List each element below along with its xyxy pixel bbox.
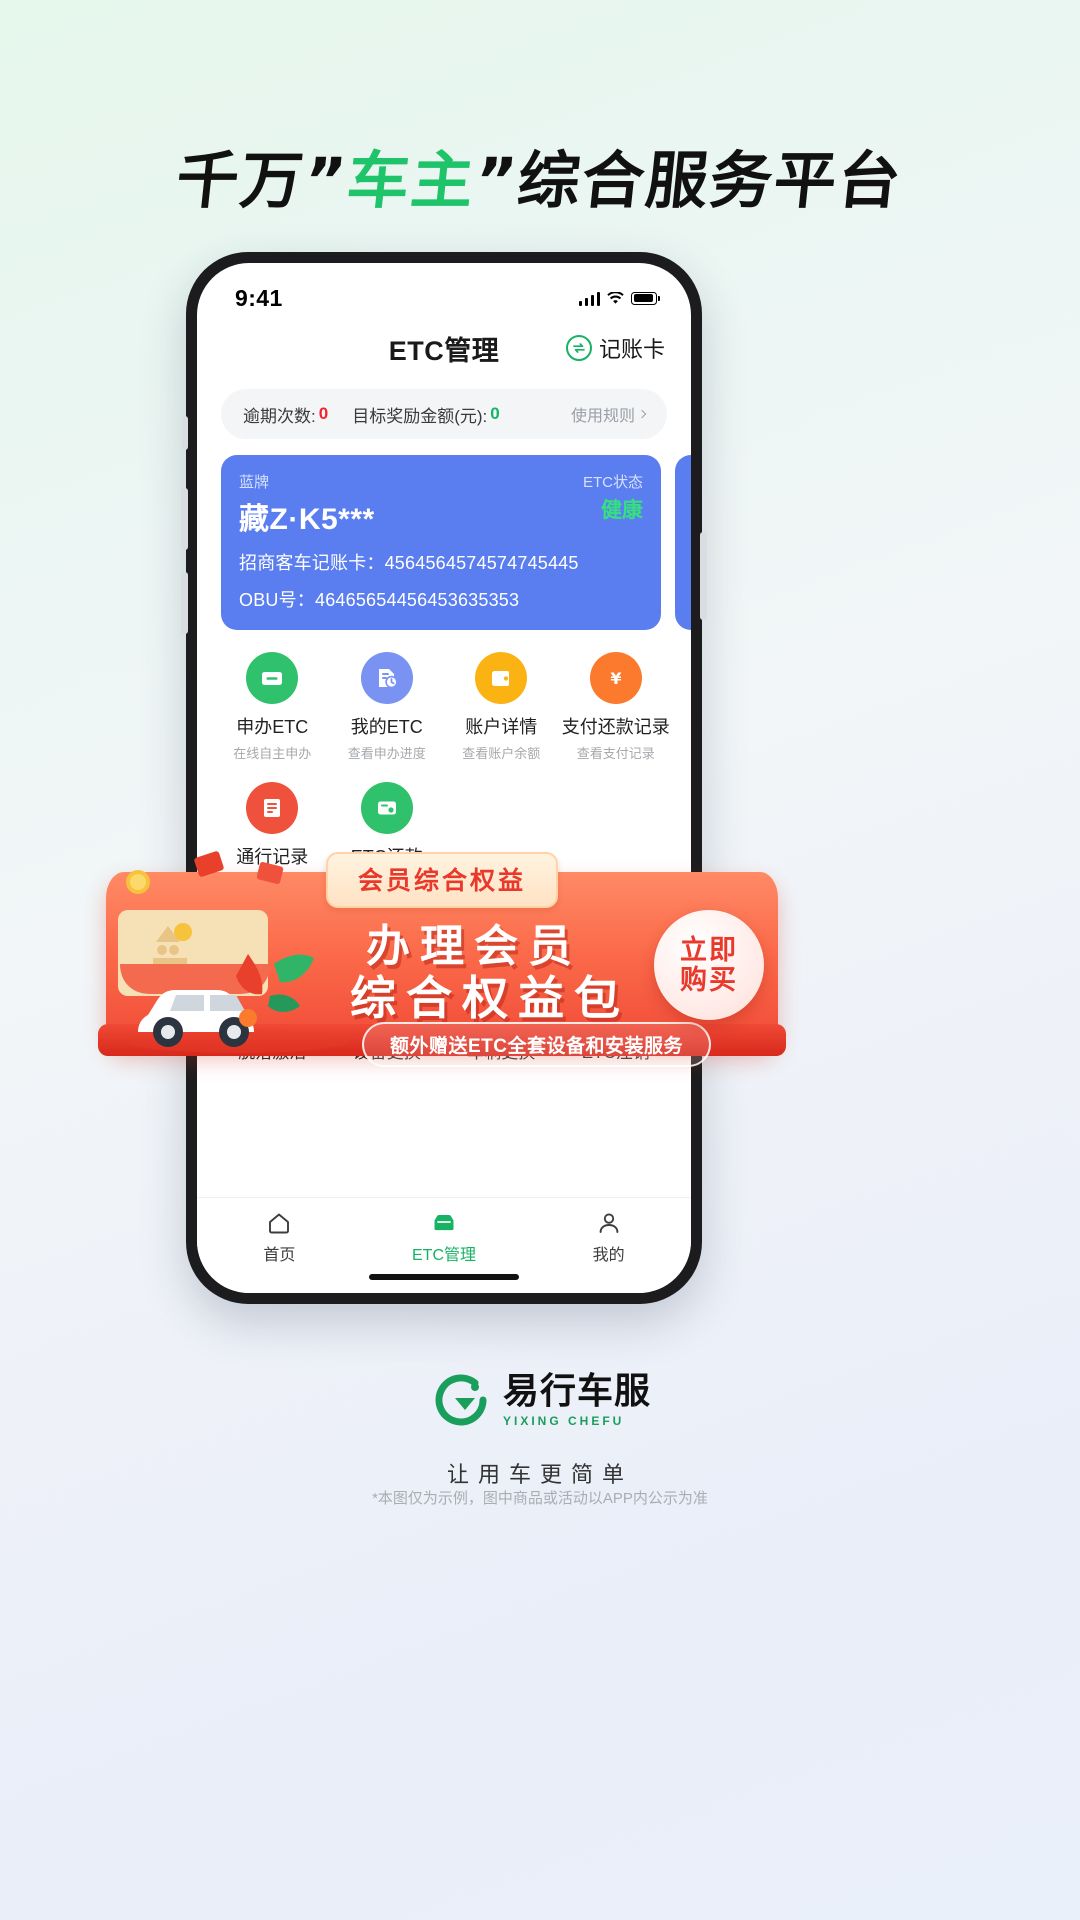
wallet-icon — [475, 652, 528, 704]
my-etc-icon — [360, 652, 413, 704]
promo-subtext: 额外赠送ETC全套设备和安装服务 — [362, 1022, 712, 1067]
home-icon — [269, 1213, 290, 1234]
phone-volume-down — [181, 572, 188, 634]
buy-now-line2: 购买 — [680, 965, 738, 995]
wifi-icon — [607, 291, 624, 305]
person-icon — [599, 1213, 619, 1233]
etc-status-value: 健康 — [601, 499, 643, 522]
promo-headline-2: 综合权益包 — [350, 971, 630, 1025]
tab-label: ETC管理 — [412, 1247, 477, 1264]
reward-label: 目标奖励金额(元): — [352, 406, 488, 426]
overdue-label: 逾期次数: — [243, 406, 316, 426]
phone-power-button — [700, 532, 707, 620]
overdue-value: 0 — [318, 404, 329, 423]
usage-rules-label: 使用规则 — [570, 408, 635, 425]
phone-volume-up — [181, 488, 188, 550]
etc-card[interactable]: 蓝牌 藏Z·K5*** ETC状态 健康 招商客车记账卡：45645645745… — [221, 455, 661, 630]
grid-item-title: 申办ETC — [236, 717, 309, 737]
headline-part1: 千万 — [172, 144, 309, 217]
disclaimer-text: *本图仅为示例，图中商品或活动以APP内公示为准 — [372, 1490, 708, 1507]
reward-value: 0 — [490, 404, 500, 423]
etc-apply-icon — [246, 652, 299, 704]
tab-profile[interactable]: 我的 — [526, 1210, 691, 1265]
promo-tab: 会员综合权益 — [325, 852, 559, 908]
records-icon — [246, 782, 299, 834]
header-title: ETC管理 — [388, 335, 500, 366]
status-bar: 9:41 — [197, 263, 691, 317]
usage-rules-link[interactable]: 使用规则 — [570, 402, 647, 426]
etc-obu-number: OBU号：46465654456453635353 — [239, 590, 520, 610]
brand-name-cn: 易行车服 — [502, 1369, 651, 1411]
billing-card-label: 记账卡 — [598, 337, 665, 362]
plate-number: 藏Z·K5*** — [239, 503, 375, 536]
grid-item-title: 我的ETC — [350, 717, 423, 737]
app-header: ETC管理 记账卡 — [197, 317, 691, 379]
buy-now-line1: 立即 — [680, 934, 738, 965]
summary-bar[interactable]: 逾期次数: 0 目标奖励金额(元): 0 使用规则 — [221, 389, 667, 439]
promo-banner[interactable]: 会员综合权益 办理会员 综合权益包 额外赠送ETC全套设备和安装服务 立即 购买 — [98, 846, 786, 1068]
grid-item-sub: 在线自主申办 — [233, 746, 312, 761]
brand-slogan: 让用车更简单 — [446, 1462, 633, 1487]
battery-icon — [631, 291, 660, 305]
grid-item-payment-records[interactable]: ¥ 支付还款记录 查看支付记录 — [559, 652, 674, 762]
billing-card-button[interactable]: 记账卡 — [565, 332, 665, 364]
exchange-circle-icon — [565, 335, 592, 361]
grid-item-my-etc[interactable]: 我的ETC 查看申办进度 — [330, 652, 445, 762]
signal-bars-icon — [578, 291, 600, 306]
grid-item-sub: 查看账户余额 — [462, 746, 541, 761]
grid-item-title: 账户详情 — [465, 717, 538, 737]
tab-etc-management[interactable]: ETC管理 — [362, 1210, 527, 1265]
home-indicator — [369, 1274, 519, 1280]
yuan-icon: ¥ — [589, 652, 642, 704]
bottom-tab-bar: 首页 ETC管理 我的 — [197, 1197, 691, 1293]
repay-icon — [360, 782, 413, 834]
phone-screen: 9:41 ETC管理 记账卡 逾期次数: 0 目标奖励金额(元): 0 使用规则… — [197, 263, 691, 1293]
tab-home[interactable]: 首页 — [197, 1210, 362, 1265]
headline-part2: 综合服务平台 — [514, 144, 907, 217]
etc-card-carousel[interactable]: 蓝牌 藏Z·K5*** ETC状态 健康 招商客车记账卡：45645645745… — [197, 455, 691, 630]
svg-text:¥: ¥ — [610, 669, 621, 688]
tab-label: 首页 — [263, 1247, 296, 1264]
page-title: 千万”车主”综合服务平台 — [0, 130, 1080, 220]
grid-item-sub: 查看申办进度 — [347, 746, 426, 761]
phone-mute-switch — [182, 416, 188, 450]
promo-subtext-label: 额外赠送ETC全套设备和安装服务 — [390, 1036, 684, 1057]
plate-type: 蓝牌 — [239, 474, 270, 491]
buy-now-button[interactable]: 立即 购买 — [654, 910, 764, 1020]
grid-item-account-detail[interactable]: 账户详情 查看账户余额 — [444, 652, 559, 762]
etc-tab-icon — [434, 1214, 454, 1231]
brand-footer: 易行车服 YIXING CHEFU 让用车更简单 — [0, 1368, 1080, 1489]
phone-mockup: 9:41 ETC管理 记账卡 逾期次数: 0 目标奖励金额(元): 0 使用规则… — [181, 252, 707, 1304]
etc-card[interactable]: 蓝牌 渝K ETC 招商客 OBU· — [675, 455, 691, 630]
status-time: 9:41 — [235, 284, 283, 311]
etc-card-number: 招商客车记账卡：4564564574574745445 — [239, 553, 579, 573]
tab-label: 我的 — [592, 1247, 625, 1264]
chevron-right-icon — [637, 409, 647, 419]
grid-item-sub: 查看支付记录 — [576, 746, 655, 761]
brand-name-en: YIXING CHEFU — [502, 1413, 625, 1428]
grid-item-apply-etc[interactable]: 申办ETC 在线自主申办 — [215, 652, 330, 762]
headline-highlight: 车主 — [343, 144, 480, 217]
etc-status-label: ETC状态 — [582, 474, 643, 491]
yixing-logo-icon — [435, 1374, 487, 1426]
grid-item-title: 支付还款记录 — [561, 717, 670, 737]
promo-tab-label: 会员综合权益 — [357, 867, 527, 895]
